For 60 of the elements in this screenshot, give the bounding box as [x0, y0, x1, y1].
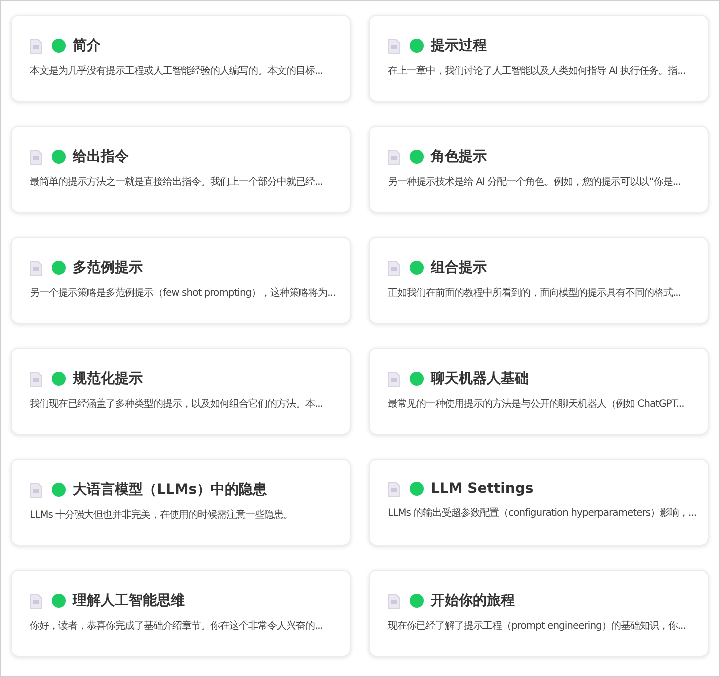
document-icon	[388, 260, 400, 276]
lesson-card[interactable]: 简介 本文是为几乎没有提示工程或人工智能经验的人编写的。本文的目标...	[11, 15, 351, 102]
lesson-card[interactable]: 给出指令 最简单的提示方法之一就是直接给出指令。我们上一个部分中就已经...	[11, 126, 351, 213]
lesson-summary: 本文是为几乎没有提示工程或人工智能经验的人编写的。本文的目标...	[30, 64, 324, 78]
status-dot	[410, 594, 424, 608]
lesson-title: 角色提示	[431, 148, 487, 166]
lesson-card[interactable]: 组合提示 正如我们在前面的教程中所看到的，面向模型的提示具有不同的格式...	[369, 237, 709, 324]
lesson-summary: 正如我们在前面的教程中所看到的，面向模型的提示具有不同的格式...	[388, 286, 682, 300]
status-dot	[410, 261, 424, 275]
lesson-summary: 你好，读者，恭喜你完成了基础介绍章节。你在这个非常令人兴奋的...	[30, 620, 324, 633]
status-dot	[52, 372, 66, 386]
document-icon	[388, 38, 400, 54]
lesson-title: 聊天机器人基础	[431, 370, 529, 388]
status-dot	[410, 39, 424, 53]
lesson-title: 开始你的旅程	[431, 592, 515, 610]
document-icon	[388, 594, 400, 608]
status-dot	[52, 39, 66, 53]
lesson-title: 多范例提示	[73, 259, 143, 277]
lesson-title: LLM Settings	[431, 481, 534, 497]
lesson-summary: 在上一章中，我们讨论了人工智能以及人类如何指导 AI 执行任务。指...	[388, 64, 687, 78]
lesson-title: 规范化提示	[73, 370, 143, 388]
lesson-title: 提示过程	[431, 37, 487, 55]
document-icon	[30, 38, 42, 54]
lesson-card[interactable]: 角色提示 另一种提示技术是给 AI 分配一个角色。例如，您的提示可以以“你是...	[369, 126, 709, 213]
lesson-card[interactable]: 大语言模型（LLMs）中的隐患 LLMs 十分强大但也并非完美，在使用的时候需注意一些隐患。	[11, 459, 351, 546]
lesson-summary: LLMs 的输出受超参数配置（configuration hyperparameters）影响，...	[388, 506, 698, 520]
lesson-card[interactable]: LLM Settings LLMs 的输出受超参数配置（configuration hyperparameters）影响，...	[369, 459, 709, 546]
status-dot	[410, 482, 424, 496]
lesson-summary: 另一个提示策略是多范例提示（few shot prompting），这种策略将为...	[30, 286, 337, 300]
status-dot	[52, 150, 66, 164]
document-icon	[30, 594, 42, 608]
status-dot	[410, 372, 424, 386]
lesson-card[interactable]: 提示过程 在上一章中，我们讨论了人工智能以及人类如何指导 AI 执行任务。指...	[369, 15, 709, 102]
status-dot	[52, 261, 66, 275]
lesson-summary: 最简单的提示方法之一就是直接给出指令。我们上一个部分中就已经...	[30, 176, 324, 189]
lesson-title: 大语言模型（LLMs）中的隐患	[73, 481, 268, 499]
document-icon	[30, 260, 42, 276]
lesson-title: 组合提示	[431, 259, 487, 277]
lesson-summary: 我们现在已经涵盖了多种类型的提示，以及如何组合它们的方法。本...	[30, 398, 324, 411]
lesson-card[interactable]: 理解人工智能思维 你好，读者，恭喜你完成了基础介绍章节。你在这个非常令人兴奋的...	[11, 570, 351, 657]
lesson-summary: 最常见的一种使用提示的方法是与公开的聊天机器人（例如 ChatGPT...	[388, 398, 686, 411]
document-icon	[30, 482, 42, 498]
document-icon	[30, 150, 42, 164]
lesson-title: 简介	[73, 37, 101, 55]
status-dot	[52, 483, 66, 497]
document-icon	[30, 372, 42, 386]
lesson-summary: 另一种提示技术是给 AI 分配一个角色。例如，您的提示可以以“你是...	[388, 176, 682, 189]
lesson-card[interactable]: 规范化提示 我们现在已经涵盖了多种类型的提示，以及如何组合它们的方法。本...	[11, 348, 351, 435]
document-icon	[388, 150, 400, 164]
status-dot	[52, 594, 66, 608]
lesson-card[interactable]: 开始你的旅程 现在你已经了解了提示工程（prompt engineering）的基础知识，你...	[369, 570, 709, 657]
lesson-card[interactable]: 聊天机器人基础 最常见的一种使用提示的方法是与公开的聊天机器人（例如 ChatGPT...	[369, 348, 709, 435]
document-icon	[388, 482, 400, 496]
lesson-card[interactable]: 多范例提示 另一个提示策略是多范例提示（few shot prompting），这种策略将为...	[11, 237, 351, 324]
lesson-title: 给出指令	[73, 148, 129, 166]
document-icon	[388, 372, 400, 386]
status-dot	[410, 150, 424, 164]
lesson-title: 理解人工智能思维	[73, 592, 185, 610]
lesson-summary: 现在你已经了解了提示工程（prompt engineering）的基础知识，你...	[388, 620, 687, 633]
lesson-summary: LLMs 十分强大但也并非完美，在使用的时候需注意一些隐患。	[30, 508, 294, 522]
